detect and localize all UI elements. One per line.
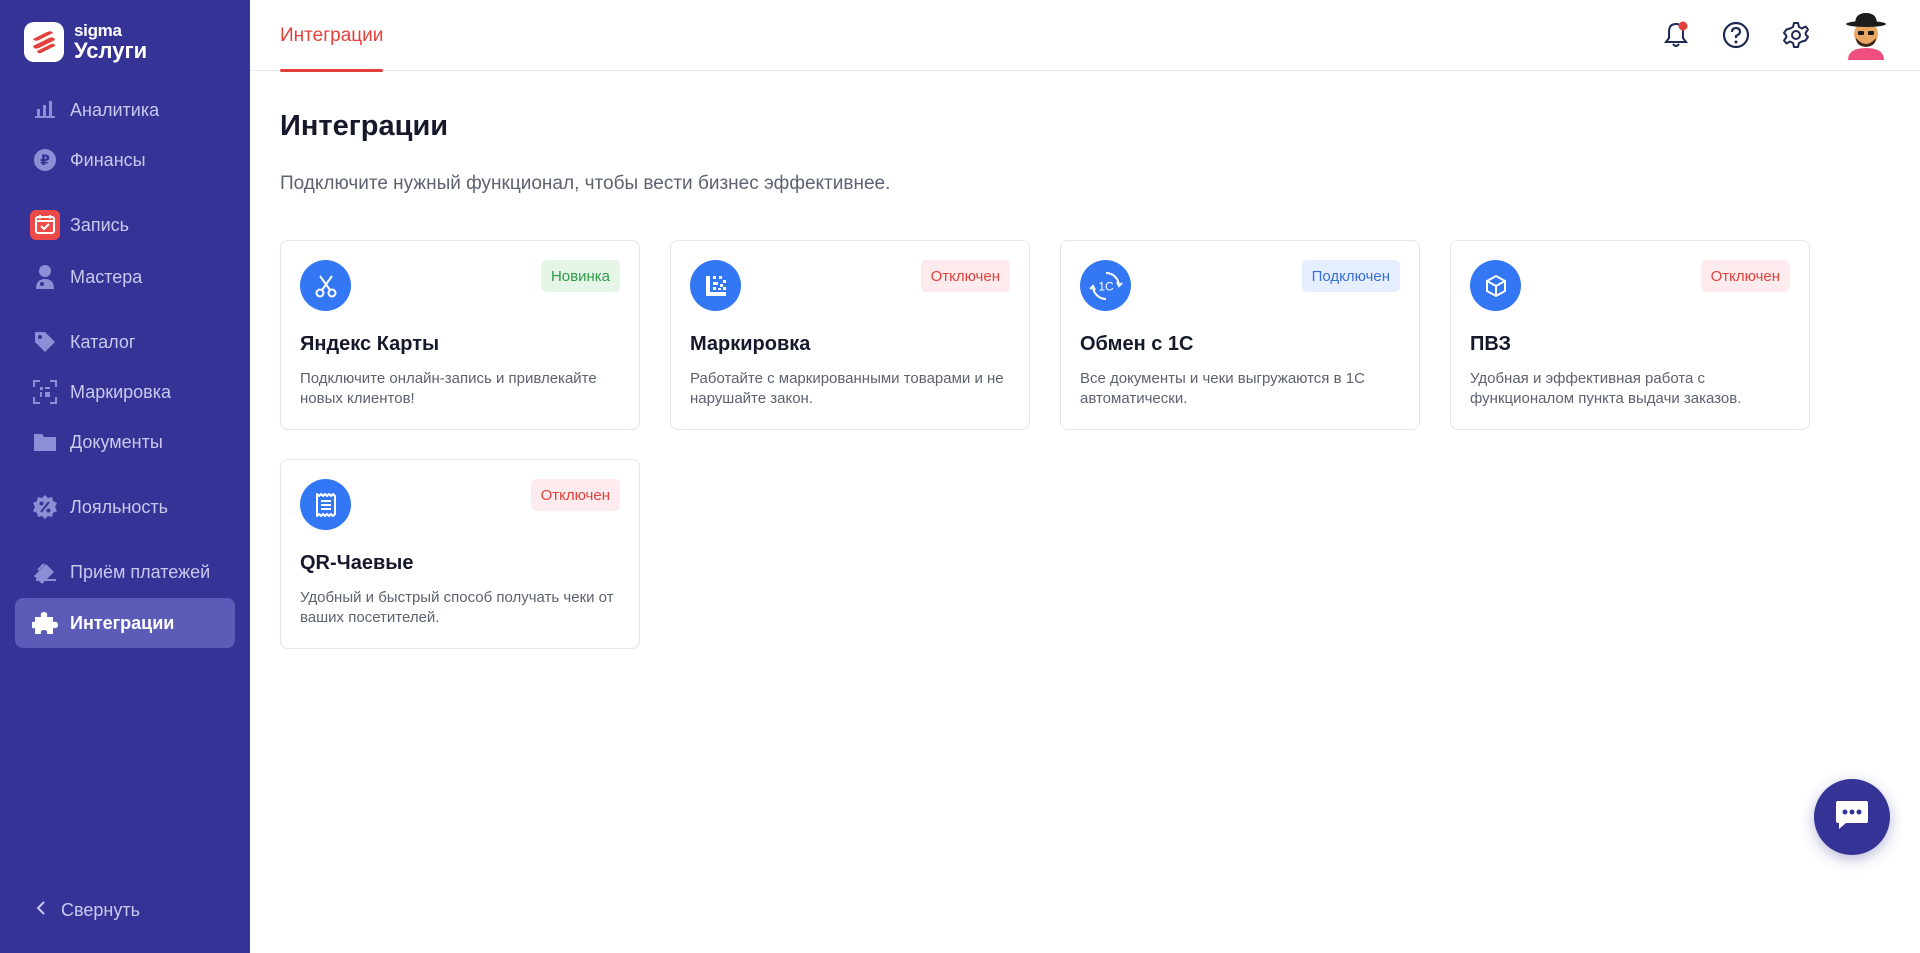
integration-card-qr-tips[interactable]: Отключен QR-Чаевые Удобный и быстрый спо… [280,459,640,649]
sidebar-item-label: Финансы [70,149,146,170]
card-description: Удобная и эффективная работа с функциона… [1470,370,1742,407]
calendar-check-icon [30,210,60,240]
svg-text:₽: ₽ [40,153,50,169]
sidebar: sigma Услуги Аналитика ₽ Финансы Запись … [0,0,250,953]
sidebar-item-catalog[interactable]: Каталог [15,317,235,367]
card-description: Подключите онлайн-запись и привлекайте н… [300,370,597,407]
ruble-icon: ₽ [30,145,60,175]
sidebar-item-analytics[interactable]: Аналитика [15,85,235,135]
card-description: Все документы и чеки выгружаются в 1С ав… [1080,370,1365,407]
sidebar-item-integrations[interactable]: Интеграции [15,598,235,648]
1c-sync-icon: 1C [1080,260,1131,311]
avatar[interactable] [1842,10,1890,60]
collapse-sidebar-button[interactable]: Свернуть [35,900,140,921]
sidebar-item-marking[interactable]: Маркировка [15,367,235,417]
status-badge: Новинка [540,260,620,292]
card-title: Обмен с 1С [1080,333,1194,355]
datamatrix-icon [690,260,741,311]
sidebar-item-label: Документы [70,431,163,452]
sidebar-item-label: Запись [70,214,130,235]
sidebar-item-loyalty[interactable]: Лояльность [15,482,235,532]
chat-icon [1834,799,1870,836]
sidebar-item-label: Маркировка [70,381,172,402]
bell-icon[interactable] [1659,18,1693,52]
puzzle-icon [30,608,60,638]
sidebar-item-label: Мастера [70,266,143,287]
datamatrix-scan-icon [30,377,60,407]
page-subtitle: Подключите нужный функционал, чтобы вест… [280,173,891,194]
card-title: ПВЗ [1470,333,1512,355]
brand-bottom: Услуги [74,38,148,63]
bar-chart-icon [30,95,60,125]
status-badge: Отключен [530,479,620,511]
tab-integrations[interactable]: Интеграции [280,0,384,72]
folder-icon [30,427,60,457]
tag-icon [30,327,60,357]
collapse-label: Свернуть [61,900,140,920]
topbar: Интеграции [250,0,1920,72]
status-badge: Отключен [920,260,1010,292]
card-title: Маркировка [690,333,811,355]
sidebar-item-payments[interactable]: Приём платежей [15,547,235,597]
integration-card-pvz[interactable]: Отключен ПВЗ Удобная и эффективная работ… [1450,240,1810,430]
integration-card-1c[interactable]: 1C Подключен Обмен с 1С Все документы и … [1060,240,1420,430]
box-icon [1470,260,1521,311]
percent-badge-icon [30,492,60,522]
receipt-icon [300,479,351,530]
scissors-icon [300,260,351,311]
gear-icon[interactable] [1779,18,1813,52]
card-description: Удобный и быстрый способ получать чеки о… [300,589,614,626]
chevron-left-icon [35,900,47,921]
1c-icon-text: 1C [1098,279,1114,293]
integration-card-marking[interactable]: Отключен Маркировка Работайте с маркиров… [670,240,1030,430]
sidebar-item-label: Лояльность [70,496,169,517]
status-badge: Подключен [1301,260,1400,292]
page-title: Интеграции [280,110,449,142]
chat-button[interactable] [1814,779,1890,855]
card-stack-icon [30,557,60,587]
sidebar-item-documents[interactable]: Документы [15,417,235,467]
master-icon [30,262,60,292]
card-description: Работайте с маркированными товарами и не… [690,370,1004,407]
sidebar-item-label: Интеграции [70,612,175,633]
sidebar-item-masters[interactable]: Мастера [15,252,235,302]
integration-card-yandex-maps[interactable]: Новинка Яндекс Карты Подключите онлайн-з… [280,240,640,430]
brand-logo[interactable]: sigma Услуги [24,22,147,62]
sidebar-item-label: Приём платежей [70,561,211,582]
card-title: Яндекс Карты [300,333,440,355]
sigma-logo-icon [24,22,64,62]
card-title: QR-Чаевые [300,552,414,574]
status-badge: Отключен [1700,260,1790,292]
sidebar-item-label: Каталог [70,331,136,352]
sidebar-item-finance[interactable]: ₽ Финансы [15,135,235,185]
sidebar-item-label: Аналитика [70,99,160,120]
sidebar-item-booking[interactable]: Запись [15,200,235,250]
help-icon[interactable] [1719,18,1753,52]
brand-top: sigma [74,21,122,40]
